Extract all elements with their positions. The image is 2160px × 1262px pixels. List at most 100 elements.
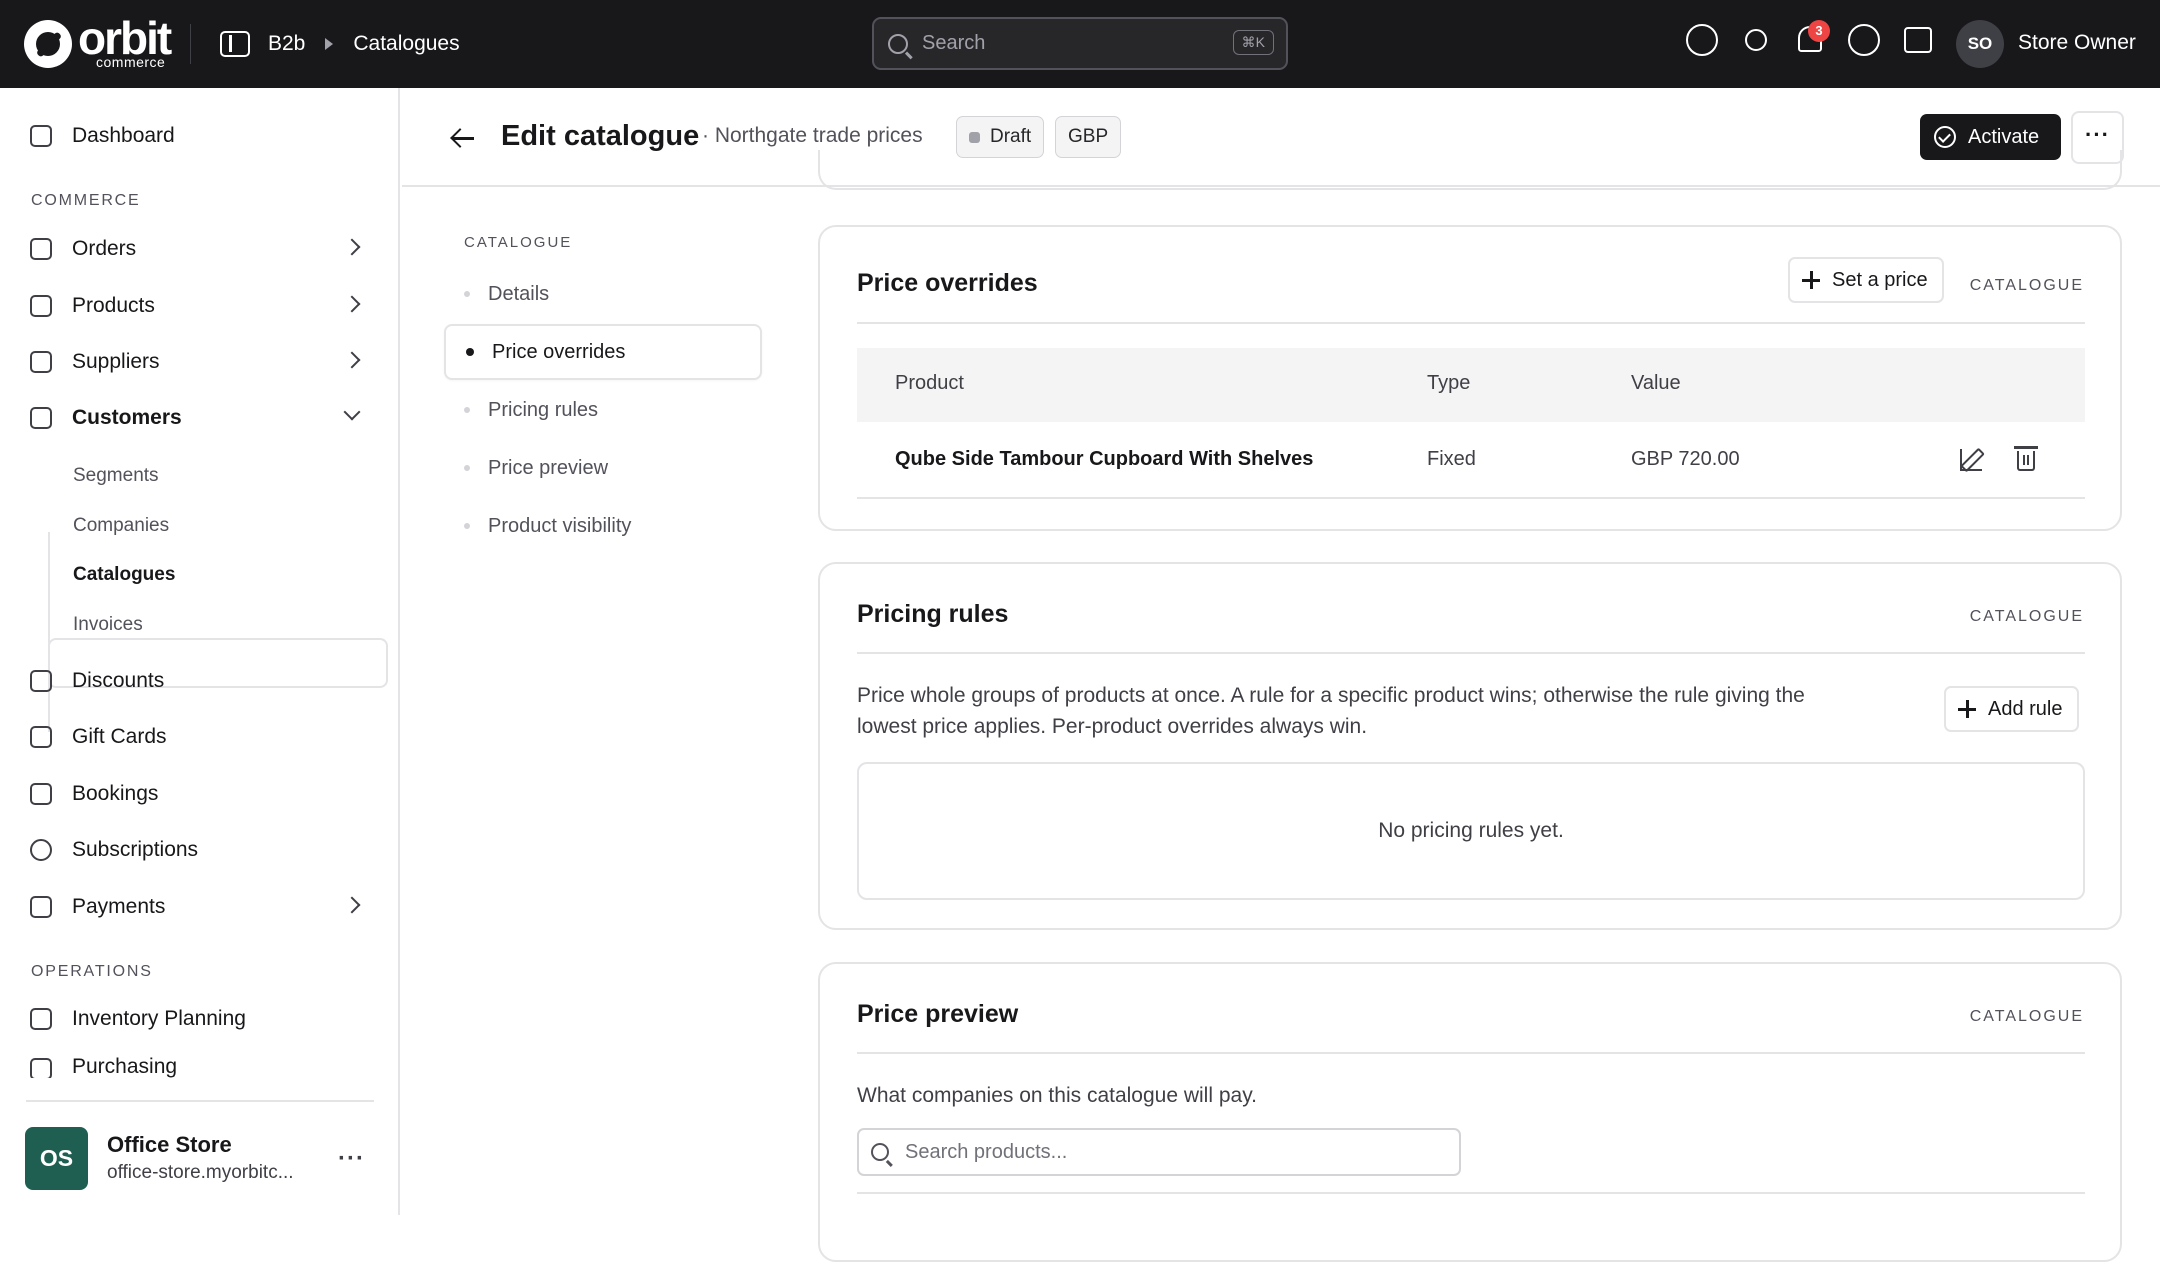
chevron-down-icon [343, 403, 361, 421]
set-price-label: Set a price [1832, 268, 1928, 291]
sidebar-item-products[interactable]: Products [30, 286, 370, 326]
card-title: Price preview [857, 1000, 1019, 1028]
chevron-right-icon [343, 896, 361, 914]
set-price-button[interactable]: Set a price [1788, 257, 1944, 303]
sidebar-subitem-invoices[interactable]: Invoices [73, 605, 143, 645]
sidebar-item-suppliers[interactable]: Suppliers [30, 342, 370, 382]
sidebar-item-label: Subscriptions [72, 838, 199, 861]
sidebar-item-inventory-planning[interactable]: Inventory Planning [30, 999, 370, 1039]
search-icon [871, 1143, 889, 1161]
edit-icon[interactable] [1960, 449, 1982, 471]
table-header: Product Type Value [857, 348, 2085, 422]
store-more-icon[interactable]: ··· [338, 1145, 365, 1173]
sidebar-item-discounts[interactable]: Discounts [30, 661, 370, 701]
inpage-nav-label-text: Price preview [488, 456, 609, 479]
back-arrow-icon[interactable] [450, 125, 476, 151]
inpage-nav-product-visibility[interactable]: Product visibility [444, 498, 762, 554]
page-title: Edit catalogue [501, 120, 700, 152]
plus-icon [1802, 271, 1820, 289]
search-icon [888, 33, 908, 54]
price-overrides-card: Price overrides Set a price CATALOGUE Pr… [818, 225, 2122, 531]
store-url: office-store.myorbitc... [107, 1162, 294, 1183]
store-name[interactable]: Office Store [107, 1132, 232, 1158]
sidebar-subitem-companies[interactable]: Companies [73, 506, 169, 546]
nav-dot-icon [464, 465, 470, 471]
sidebar-item-purchasing[interactable]: Purchasing [30, 1052, 370, 1078]
sidebar-item-gift-cards[interactable]: Gift Cards [30, 717, 370, 757]
store-divider [26, 1100, 374, 1102]
sidebar-item-bookings[interactable]: Bookings [30, 774, 370, 814]
inpage-nav-price-overrides[interactable]: Price overrides [444, 324, 762, 380]
box-icon [30, 295, 52, 317]
sidebar-item-label: Inventory Planning [72, 1007, 246, 1030]
breadcrumb-separator-icon [325, 38, 334, 50]
help-icon[interactable] [1848, 24, 1880, 56]
inpage-nav-price-preview[interactable]: Price preview [444, 440, 762, 496]
inpage-nav-details[interactable]: Details [444, 266, 762, 322]
purchasing-icon [30, 1058, 52, 1078]
sidebar-item-label: Suppliers [72, 350, 160, 373]
top-divider [190, 24, 191, 64]
logo-subtext: commerce [96, 54, 166, 70]
refresh-icon [30, 839, 52, 861]
sidebar-subitem-segments[interactable]: Segments [73, 456, 159, 496]
column-header-product: Product [895, 372, 964, 394]
store-icon[interactable] [1904, 27, 1932, 53]
card-divider [857, 652, 2085, 654]
orders-icon [30, 238, 52, 260]
inpage-nav-label: CATALOGUE [464, 234, 573, 251]
card-tag: CATALOGUE [1969, 1008, 2084, 1025]
search-placeholder: Search [922, 32, 986, 54]
sidebar: Dashboard COMMERCE Orders Products Suppl… [0, 88, 400, 1215]
sidebar-item-payments[interactable]: Payments [30, 887, 370, 927]
inpage-nav-pricing-rules[interactable]: Pricing rules [444, 382, 762, 438]
inpage-nav-label-text: Pricing rules [488, 398, 599, 421]
add-rule-button[interactable]: Add rule [1944, 686, 2079, 732]
pause-icon[interactable] [1686, 24, 1718, 56]
sidebar-item-label: Gift Cards [72, 725, 167, 748]
orbit-logo-mark [24, 20, 72, 68]
nav-dot-icon [464, 291, 470, 297]
orbit-logo[interactable]: orbit commerce [24, 14, 172, 74]
breadcrumb: B2b Catalogues [220, 0, 460, 88]
top-bar: orbit commerce B2b Catalogues Search ⌘K … [0, 0, 2160, 88]
sidebar-toggle-icon[interactable] [220, 31, 250, 57]
sidebar-item-customers[interactable]: Customers [30, 398, 370, 438]
clipboard-icon [30, 1008, 52, 1030]
card-tag: CATALOGUE [1969, 608, 2084, 625]
card-title: Price overrides [857, 269, 1038, 297]
status-dot-icon [969, 131, 980, 143]
sidebar-item-label: Products [72, 294, 155, 317]
sidebar-item-subscriptions[interactable]: Subscriptions [30, 830, 370, 870]
description-line: lowest price applies. Per-product overri… [857, 715, 1368, 738]
check-circle-icon [1934, 126, 1956, 148]
breadcrumb-catalogues: Catalogues [353, 32, 460, 55]
breadcrumb-b2b[interactable]: B2b [268, 32, 305, 56]
add-rule-label: Add rule [1988, 697, 2063, 720]
sidebar-item-dashboard[interactable]: Dashboard [30, 116, 370, 156]
user-name[interactable]: Store Owner [2018, 31, 2136, 55]
chevron-right-icon [343, 295, 361, 313]
sidebar-item-label: Discounts [72, 669, 165, 692]
trash-icon[interactable] [2014, 446, 2038, 471]
store-avatar[interactable]: OS [25, 1127, 88, 1190]
sidebar-item-label: Dashboard [72, 124, 175, 147]
dashboard-icon [30, 125, 52, 147]
sidebar-item-label: Orders [72, 237, 137, 260]
inpage-nav-label-text: Details [488, 282, 550, 305]
sidebar-item-label: Customers [72, 406, 182, 429]
inpage-nav-label-text: Price overrides [492, 340, 626, 363]
global-search-input[interactable]: Search ⌘K [872, 17, 1288, 70]
row-type: Fixed [1427, 448, 1476, 470]
notification-badge: 3 [1808, 20, 1830, 42]
plus-icon [1958, 700, 1976, 718]
nav-dot-icon [464, 407, 470, 413]
section-label-operations: OPERATIONS [31, 963, 153, 980]
sidebar-subitem-catalogues[interactable]: Catalogues [73, 555, 175, 595]
search-products-input[interactable]: Search products... [857, 1128, 1461, 1176]
sidebar-item-orders[interactable]: Orders [30, 229, 370, 269]
row-value: GBP 720.00 [1631, 448, 1740, 470]
sun-icon[interactable] [1745, 29, 1767, 51]
card-tag: CATALOGUE [1969, 277, 2084, 294]
user-avatar[interactable]: SO [1956, 20, 2004, 68]
